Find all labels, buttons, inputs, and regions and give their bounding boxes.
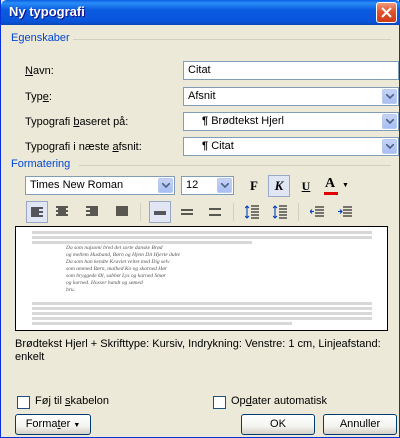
auto-update-label: Opdater automatisk bbox=[231, 395, 328, 407]
type-label: Type: bbox=[25, 91, 52, 103]
add-to-template-checkbox[interactable] bbox=[17, 396, 30, 409]
one-half-spacing-button[interactable] bbox=[176, 201, 198, 223]
align-center-icon bbox=[56, 206, 68, 216]
single-spacing-button[interactable] bbox=[149, 201, 171, 223]
chevron-down-icon[interactable] bbox=[217, 178, 232, 193]
chevron-down-icon[interactable] bbox=[382, 89, 397, 104]
based-on-select[interactable]: ¶ Brødtekst Hjerl bbox=[183, 112, 399, 131]
name-input-value: Citat bbox=[188, 64, 211, 76]
preview-line: som ammed Børn, malhed Ko og skarned Hør bbox=[66, 266, 168, 272]
formatting-divider bbox=[79, 165, 391, 166]
decrease-indent-button[interactable] bbox=[306, 201, 328, 223]
close-button[interactable] bbox=[376, 2, 397, 23]
font-size-select[interactable]: 12 bbox=[181, 176, 234, 195]
preview-line: Da som najsomi bred det sorte danske Brø… bbox=[66, 245, 163, 251]
toolbar-separator bbox=[140, 203, 141, 221]
chevron-down-icon: ▼ bbox=[342, 182, 349, 189]
font-size-value: 12 bbox=[186, 179, 199, 191]
preview-line: Da som han kendte Kraviet veitet med Dig… bbox=[66, 259, 170, 265]
align-right-icon bbox=[86, 206, 98, 216]
font-select-value: Times New Roman bbox=[30, 179, 124, 191]
based-on-label: Typografi baseret på: bbox=[25, 116, 129, 128]
double-spacing-button[interactable] bbox=[204, 201, 226, 223]
align-right-button[interactable] bbox=[81, 201, 103, 223]
based-on-value: Brødtekst Hjerl bbox=[211, 115, 284, 127]
align-center-button[interactable] bbox=[51, 201, 73, 223]
preview-line: bru. bbox=[66, 287, 76, 293]
toolbar-separator bbox=[233, 203, 234, 221]
preview-next-paragraph-line bbox=[32, 322, 292, 325]
chevron-down-icon[interactable] bbox=[158, 178, 173, 193]
underline-button[interactable]: U bbox=[295, 175, 317, 197]
paragraph-mark-icon: ¶ bbox=[202, 140, 209, 152]
single-spacing-icon bbox=[154, 211, 166, 215]
cancel-button[interactable]: Annuller bbox=[323, 414, 397, 435]
toolbar-separator bbox=[298, 203, 299, 221]
font-select[interactable]: Times New Roman bbox=[25, 176, 175, 195]
space-after-icon bbox=[272, 205, 287, 219]
preview-next-paragraph-line bbox=[32, 312, 372, 315]
bold-button[interactable]: F bbox=[243, 175, 265, 197]
dialog-window: Ny typografi Egenskaber Navn: Citat Type… bbox=[0, 0, 400, 438]
preview-prev-paragraph-line bbox=[32, 241, 252, 244]
add-to-template-label: Føj til skabelon bbox=[35, 395, 109, 407]
preview-next-paragraph-line bbox=[32, 302, 372, 305]
font-color-button[interactable]: A ▼ bbox=[321, 175, 351, 197]
chevron-down-icon[interactable] bbox=[382, 139, 397, 154]
decrease-indent-icon bbox=[309, 206, 324, 217]
preview-prev-paragraph-line bbox=[32, 231, 372, 234]
preview-next-paragraph-line bbox=[32, 317, 372, 320]
formatting-group-label: Formatering bbox=[11, 158, 71, 170]
increase-indent-icon bbox=[338, 206, 352, 217]
title-bar[interactable]: Ny typografi bbox=[1, 0, 400, 25]
preview-line: og kurned. Hosser handt og sømed bbox=[66, 280, 143, 286]
space-before-icon bbox=[244, 205, 259, 219]
chevron-down-icon[interactable] bbox=[382, 114, 397, 129]
type-select[interactable]: Afsnit bbox=[183, 87, 399, 106]
style-description: Brødtekst Hjerl + Skrifttype: Kursiv, In… bbox=[15, 338, 381, 363]
space-after-button[interactable] bbox=[269, 201, 291, 223]
italic-button[interactable]: K bbox=[268, 175, 290, 197]
preview-prev-paragraph-line bbox=[32, 236, 372, 239]
font-color-swatch bbox=[324, 192, 338, 195]
next-style-value: Citat bbox=[211, 140, 234, 152]
properties-group-label: Egenskaber bbox=[11, 32, 70, 44]
increase-indent-button[interactable] bbox=[334, 201, 356, 223]
space-before-button[interactable] bbox=[241, 201, 263, 223]
ok-button[interactable]: OK bbox=[241, 414, 315, 435]
style-preview: Da som najsomi bred det sorte danske Brø… bbox=[15, 226, 388, 331]
type-select-value: Afsnit bbox=[188, 90, 216, 102]
paragraph-mark-icon: ¶ bbox=[202, 115, 209, 127]
preview-sample-text: Da som najsomi bred det sorte danske Brø… bbox=[66, 245, 180, 294]
align-left-icon bbox=[31, 207, 43, 217]
align-left-button[interactable] bbox=[26, 201, 48, 223]
name-label: Navn: bbox=[25, 65, 54, 77]
preview-line: som bryggede Øl, sabbet Lys og karned Sm… bbox=[66, 273, 167, 279]
properties-divider bbox=[73, 39, 391, 40]
justify-icon bbox=[116, 206, 128, 216]
justify-button[interactable] bbox=[111, 201, 133, 223]
one-half-spacing-icon bbox=[181, 209, 193, 215]
double-spacing-icon bbox=[209, 208, 221, 216]
preview-next-paragraph-line bbox=[32, 307, 372, 310]
chevron-down-icon: ▼ bbox=[73, 422, 81, 429]
auto-update-checkbox[interactable] bbox=[213, 396, 226, 409]
format-menu-button[interactable]: Formater ▼ bbox=[15, 414, 91, 435]
next-style-label: Typografi i næste afsnit: bbox=[25, 141, 142, 153]
name-input[interactable]: Citat bbox=[183, 61, 399, 80]
next-style-select[interactable]: ¶ Citat bbox=[183, 137, 399, 156]
preview-line: og mellem Husband, Børn og Hjem Dit Hjer… bbox=[66, 252, 181, 258]
dialog-title: Ny typografi bbox=[9, 4, 85, 19]
